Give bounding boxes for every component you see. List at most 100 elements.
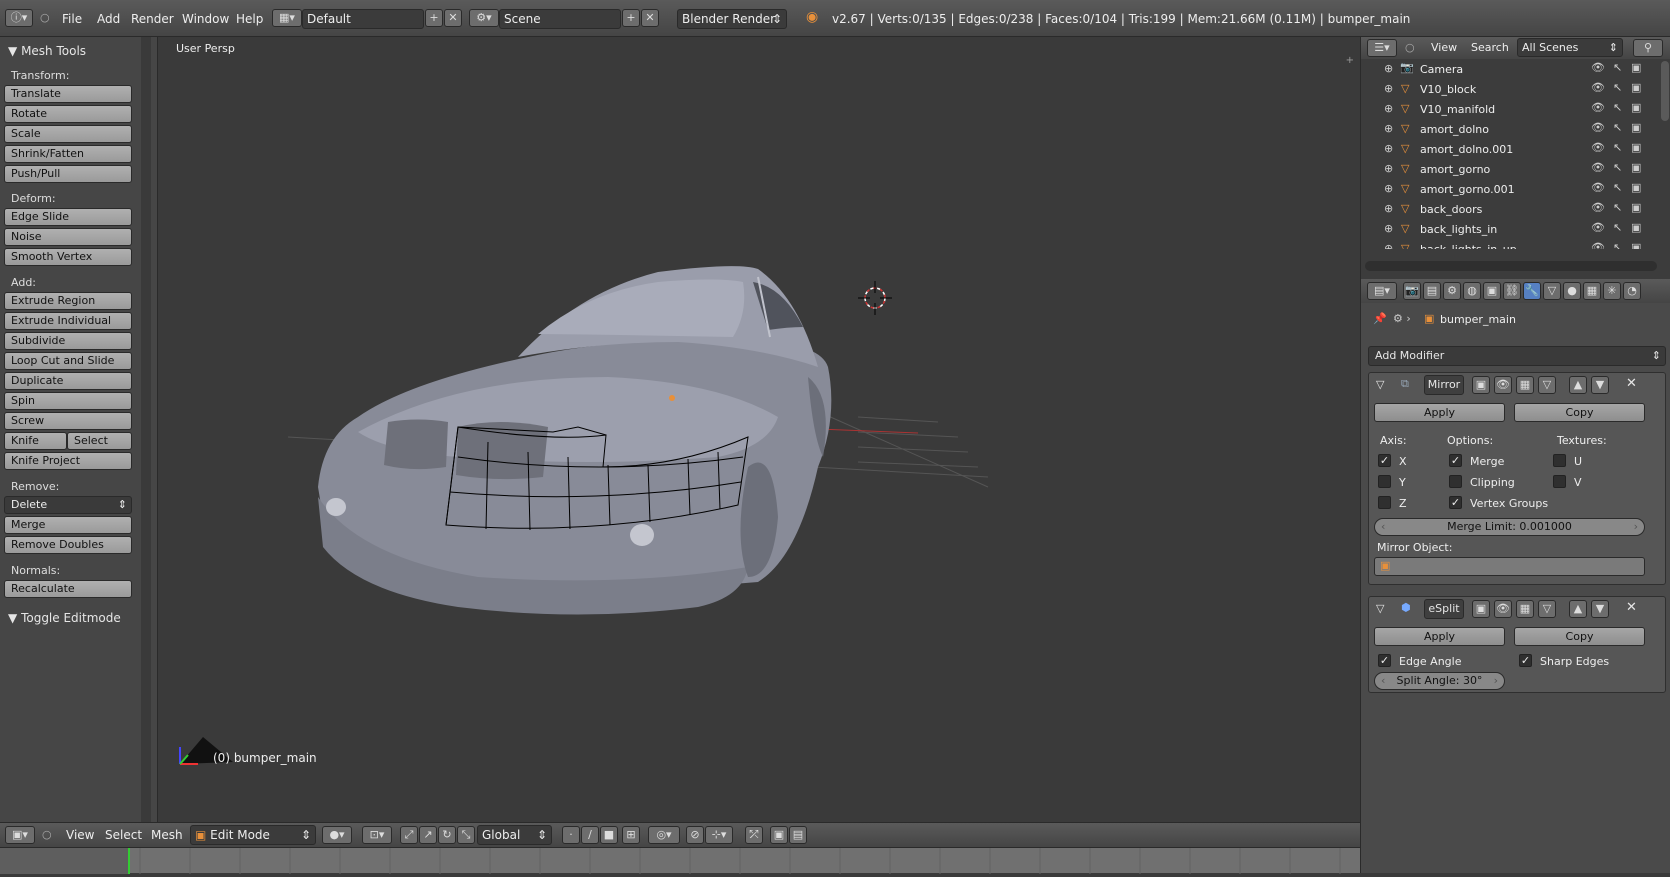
edge-select-icon[interactable]: ∕: [581, 826, 599, 844]
axis-x-checkbox[interactable]: ✓: [1378, 454, 1391, 467]
remove-scene-icon[interactable]: ✕: [641, 9, 659, 27]
remove-modifier-icon[interactable]: ✕: [1626, 376, 1637, 391]
merge-limit-slider[interactable]: ‹ Merge Limit: 0.001000 ›: [1374, 518, 1645, 536]
opengl-anim-icon[interactable]: ▤: [789, 826, 807, 844]
properties-editor-icon[interactable]: ▤▾: [1367, 282, 1397, 300]
increment-arrow-icon[interactable]: ›: [1634, 519, 1638, 535]
visibility-eye-icon[interactable]: 👁: [1591, 121, 1605, 134]
outliner-item-label[interactable]: back_lights_in_up: [1420, 243, 1517, 249]
list-item[interactable]: ⊕ ▽ amort_gorno 👁 ↖ ▣: [1361, 159, 1670, 179]
list-item[interactable]: ⊕ ▽ back_doors 👁 ↖ ▣: [1361, 199, 1670, 219]
expand-icon[interactable]: ⊕: [1384, 182, 1393, 195]
screen-layout-icon[interactable]: ▦▾: [272, 9, 302, 27]
mode-select[interactable]: ▣ Edit Mode ⇕: [190, 825, 316, 845]
editmode-toggle-icon[interactable]: ▦: [1516, 600, 1534, 618]
render-camera-icon[interactable]: ▣: [1631, 141, 1641, 154]
material-tab-icon[interactable]: ●: [1563, 282, 1581, 300]
selectable-arrow-icon[interactable]: ↖: [1613, 161, 1622, 174]
list-item[interactable]: ⊕ ▽ back_lights_in 👁 ↖ ▣: [1361, 219, 1670, 239]
render-toggle-icon[interactable]: ▣: [1472, 600, 1490, 618]
render-toggle-icon[interactable]: ▣: [1472, 376, 1490, 394]
menu-file[interactable]: File: [62, 12, 82, 26]
add-scene-icon[interactable]: +: [622, 9, 640, 27]
particles-tab-icon[interactable]: ✳: [1603, 282, 1621, 300]
outliner-editor-icon[interactable]: ☰▾: [1367, 39, 1397, 57]
edge-slide-button[interactable]: Edge Slide: [4, 208, 132, 226]
esplit-name-field[interactable]: eSplit: [1424, 599, 1464, 619]
expand-icon[interactable]: ⊕: [1384, 242, 1393, 249]
list-item[interactable]: ⊕ ▽ amort_dolno 👁 ↖ ▣: [1361, 119, 1670, 139]
screw-button[interactable]: Screw: [4, 412, 132, 430]
sharp-edges-checkbox[interactable]: ✓: [1519, 654, 1532, 667]
display-mode-select[interactable]: All Scenes ⇕: [1517, 38, 1623, 57]
data-tab-icon[interactable]: ▽: [1543, 282, 1561, 300]
outliner-item-label[interactable]: back_lights_in: [1420, 223, 1497, 236]
spin-button[interactable]: Spin: [4, 392, 132, 410]
scale-manipulator-icon[interactable]: ⤡: [457, 826, 475, 844]
snap-target-icon[interactable]: ⤱: [745, 826, 763, 844]
esplit-copy-button[interactable]: Copy: [1514, 627, 1645, 646]
menu-view[interactable]: View: [66, 828, 94, 842]
move-down-icon[interactable]: ▼: [1591, 376, 1609, 394]
layers-tab-icon[interactable]: ▤: [1423, 282, 1441, 300]
render-camera-icon[interactable]: ▣: [1631, 121, 1641, 134]
shelf-scrollbar[interactable]: [141, 37, 151, 847]
scale-button[interactable]: Scale: [4, 125, 132, 143]
scene-icon[interactable]: ⚙▾: [469, 9, 499, 27]
constraints-tab-icon[interactable]: ⛓: [1503, 282, 1521, 300]
collapse-triangle-icon[interactable]: ▽: [1376, 378, 1384, 391]
expand-icon[interactable]: ⊕: [1384, 62, 1393, 75]
viewport-shading-icon[interactable]: ●▾: [322, 826, 352, 844]
timeline-strip[interactable]: [0, 847, 1360, 874]
outliner-hscrollbar[interactable]: [1365, 261, 1657, 271]
mirror-copy-button[interactable]: Copy: [1514, 403, 1645, 422]
selectable-arrow-icon[interactable]: ↖: [1613, 101, 1622, 114]
world-tab-icon[interactable]: ◍: [1463, 282, 1481, 300]
render-camera-icon[interactable]: ▣: [1631, 61, 1641, 74]
subdivide-button[interactable]: Subdivide: [4, 332, 132, 350]
render-tab-icon[interactable]: 📷: [1403, 282, 1421, 300]
modifiers-tab-icon[interactable]: 🔧: [1523, 282, 1541, 300]
smooth-vertex-button[interactable]: Smooth Vertex: [4, 248, 132, 266]
mirror-apply-button[interactable]: Apply: [1374, 403, 1505, 422]
outliner-vscrollbar[interactable]: [1661, 61, 1669, 121]
move-down-icon[interactable]: ▼: [1591, 600, 1609, 618]
info-editor-icon[interactable]: ⓘ▾: [5, 9, 33, 27]
remove-doubles-button[interactable]: Remove Doubles: [4, 536, 132, 554]
vertex-select-icon[interactable]: ·: [562, 826, 580, 844]
opengl-render-icon[interactable]: ▣: [770, 826, 788, 844]
split-angle-slider[interactable]: ‹ Split Angle: 30° ›: [1374, 672, 1505, 690]
viewport-toggle-icon[interactable]: 👁: [1494, 600, 1512, 618]
translate-button[interactable]: Translate: [4, 85, 132, 103]
render-camera-icon[interactable]: ▣: [1631, 241, 1641, 249]
transform-orientation-select[interactable]: Global ⇕: [477, 825, 552, 845]
render-camera-icon[interactable]: ▣: [1631, 201, 1641, 214]
editmode-toggle-icon[interactable]: ▦: [1516, 376, 1534, 394]
esplit-apply-button[interactable]: Apply: [1374, 627, 1505, 646]
add-layout-icon[interactable]: +: [425, 9, 443, 27]
outliner-item-label[interactable]: Camera: [1420, 63, 1463, 76]
delete-dropdown[interactable]: Delete ⇕: [4, 496, 132, 514]
merge-button[interactable]: Merge: [4, 516, 132, 534]
expand-icon[interactable]: ⊕: [1384, 122, 1393, 135]
texture-u-checkbox[interactable]: [1553, 454, 1566, 467]
mesh-tools-header[interactable]: ▼ Mesh Tools: [8, 44, 86, 58]
collapse-triangle-icon[interactable]: ▽: [1376, 602, 1384, 615]
render-camera-icon[interactable]: ▣: [1631, 181, 1641, 194]
list-item[interactable]: ⊕ ▽ V10_manifold 👁 ↖ ▣: [1361, 99, 1670, 119]
selectable-arrow-icon[interactable]: ↖: [1613, 61, 1622, 74]
decrement-arrow-icon[interactable]: ‹: [1381, 673, 1385, 689]
toggle-editmode-header[interactable]: ▼ Toggle Editmode: [8, 611, 121, 625]
scene-tab-icon[interactable]: ⚙: [1443, 282, 1461, 300]
layout-field[interactable]: Default: [302, 9, 424, 29]
mirror-name-field[interactable]: Mirror: [1424, 375, 1464, 395]
menu-add[interactable]: Add: [97, 12, 120, 26]
pin-icon[interactable]: 📌: [1373, 312, 1387, 325]
knife-project-button[interactable]: Knife Project: [4, 452, 132, 470]
outliner-item-label[interactable]: V10_manifold: [1420, 103, 1495, 116]
outliner-item-label[interactable]: V10_block: [1420, 83, 1476, 96]
decrement-arrow-icon[interactable]: ‹: [1381, 519, 1385, 535]
render-camera-icon[interactable]: ▣: [1631, 221, 1641, 234]
manipulator-toggle-icon[interactable]: ⤢: [400, 826, 418, 844]
recalculate-button[interactable]: Recalculate: [4, 580, 132, 598]
